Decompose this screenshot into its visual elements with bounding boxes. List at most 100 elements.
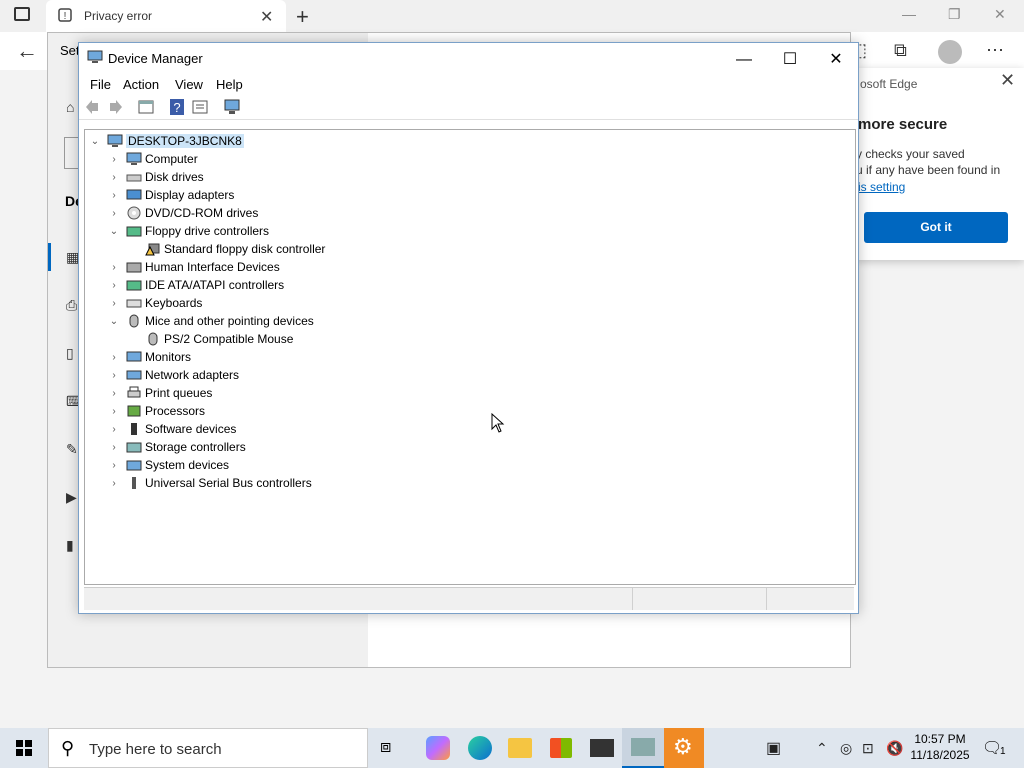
tree-category[interactable]: › Computer	[85, 150, 585, 168]
tree-category[interactable]: › Keyboards	[85, 294, 585, 312]
task-view-icon[interactable]: ⧈	[380, 736, 404, 760]
tree-category[interactable]: › Disk drives	[85, 168, 585, 186]
expand-chevron-icon[interactable]: ›	[108, 460, 120, 472]
software-device-icon	[131, 423, 137, 435]
tree-category[interactable]: › System devices	[85, 456, 585, 474]
expand-chevron-icon[interactable]: ›	[108, 388, 120, 400]
tree-category[interactable]: › Network adapters	[85, 366, 585, 384]
expand-chevron-icon[interactable]: ›	[108, 172, 120, 184]
more-options-icon[interactable]: ⋯	[986, 40, 1004, 61]
tree-item-label: IDE ATA/ATAPI controllers	[145, 278, 285, 292]
tree-child-item[interactable]: PS/2 Compatible Mouse	[85, 330, 585, 348]
browser-close-icon[interactable]: ✕	[994, 6, 1006, 23]
tree-child-item[interactable]: Standard floppy disk controller	[85, 240, 585, 258]
tree-category[interactable]: › Display adapters	[85, 186, 585, 204]
new-tab-button[interactable]: +	[296, 4, 309, 30]
meet-now-icon[interactable]: ◎	[840, 740, 852, 757]
tree-item-label: Mice and other pointing devices	[145, 314, 314, 328]
popup-setting-link[interactable]: is setting	[858, 180, 905, 194]
tree-category[interactable]: › Processors	[85, 402, 585, 420]
expand-chevron-icon[interactable]: ›	[108, 208, 120, 220]
collapse-chevron-icon[interactable]: ⌄	[108, 316, 120, 328]
file-explorer-icon[interactable]	[508, 738, 532, 758]
tree-category[interactable]: › Universal Serial Bus controllers	[85, 474, 585, 492]
search-field-edge[interactable]	[64, 137, 79, 169]
back-arrow-icon[interactable]: ←	[16, 38, 38, 64]
expand-chevron-icon[interactable]: ›	[108, 370, 120, 382]
show-hide-console-tree-icon[interactable]	[137, 98, 155, 116]
search-icon: ⚲	[61, 738, 75, 758]
collections-icon[interactable]: ⧉	[894, 40, 907, 61]
menu-action[interactable]: Action	[123, 77, 159, 92]
windows-start-icon[interactable]	[0, 728, 48, 768]
taskbar-search-box[interactable]: ⚲ Type here to search	[48, 728, 368, 768]
news-icon[interactable]: ▣	[766, 738, 781, 758]
menu-help[interactable]: Help	[216, 77, 243, 92]
tree-item-label: System devices	[145, 458, 230, 472]
tree-category[interactable]: › Human Interface Devices	[85, 258, 585, 276]
tree-item-label: Software devices	[145, 422, 237, 436]
expand-chevron-icon[interactable]: ›	[108, 406, 120, 418]
maximize-icon[interactable]: ☐	[767, 47, 813, 73]
root-label: DESKTOP-3JBCNK8	[126, 134, 244, 148]
tree-item-label: Universal Serial Bus controllers	[145, 476, 312, 490]
properties-icon[interactable]	[191, 98, 209, 116]
tree-item-label: Processors	[145, 404, 206, 418]
device-manager-taskbar-button[interactable]	[622, 728, 664, 768]
edge-icon[interactable]	[468, 736, 492, 760]
tree-category[interactable]: › Monitors	[85, 348, 585, 366]
collapse-chevron-icon[interactable]: ⌄	[108, 226, 120, 238]
menu-file[interactable]: File	[90, 77, 111, 92]
network-icon[interactable]: ⊡	[862, 740, 874, 757]
expand-chevron-icon[interactable]: ›	[108, 478, 120, 490]
tree-category[interactable]: ⌄ Mice and other pointing devices	[85, 312, 585, 330]
expand-chevron-icon[interactable]: ›	[108, 352, 120, 364]
selection-indicator	[48, 243, 51, 271]
minimize-icon[interactable]: —	[721, 47, 767, 73]
tab-close-icon[interactable]: ✕	[260, 7, 273, 27]
menu-bar: File Action View Help	[79, 73, 858, 95]
browser-restore-icon[interactable]: ❐	[948, 6, 961, 23]
tree-category[interactable]: ⌄ Floppy drive controllers	[85, 222, 585, 240]
expand-chevron-icon[interactable]: ›	[108, 424, 120, 436]
expand-chevron-icon[interactable]: ›	[108, 154, 120, 166]
store-icon[interactable]	[550, 738, 572, 758]
mail-icon[interactable]	[590, 739, 614, 757]
expand-chevron-icon[interactable]: ›	[108, 442, 120, 454]
collapse-chevron-icon[interactable]: ⌄	[89, 136, 101, 148]
help-icon[interactable]: ?	[168, 98, 186, 116]
browser-minimize-icon[interactable]: —	[902, 6, 916, 22]
scan-hardware-icon[interactable]	[223, 98, 241, 116]
ide-icon	[126, 280, 142, 291]
floppy-controller-icon	[126, 226, 142, 237]
status-separator	[766, 588, 767, 610]
menu-view[interactable]: View	[175, 77, 203, 92]
back-icon[interactable]	[84, 98, 102, 116]
tree-category[interactable]: › Print queues	[85, 384, 585, 402]
browser-tab[interactable]: ! Privacy error ✕	[46, 0, 286, 32]
expand-chevron-icon[interactable]: ›	[108, 280, 120, 292]
copilot-icon[interactable]	[426, 736, 450, 760]
tree-category[interactable]: › Software devices	[85, 420, 585, 438]
expand-chevron-icon[interactable]: ›	[108, 190, 120, 202]
popup-body-line: y checks your saved	[856, 147, 965, 161]
close-icon[interactable]: ✕	[813, 47, 859, 73]
notification-count: 1	[1000, 746, 1006, 757]
clock[interactable]: 10:57 PM 11/18/2025	[900, 731, 980, 763]
profile-avatar[interactable]	[938, 40, 962, 64]
tree-category[interactable]: › IDE ATA/ATAPI controllers	[85, 276, 585, 294]
got-it-button[interactable]: Got it	[864, 212, 1008, 243]
hid-icon	[126, 262, 142, 273]
popup-close-icon[interactable]: ✕	[1000, 70, 1015, 91]
window-title: Device Manager	[108, 51, 203, 66]
expand-chevron-icon[interactable]: ›	[108, 298, 120, 310]
tree-root[interactable]: ⌄ DESKTOP-3JBCNK8	[85, 132, 585, 150]
taskbar: ⚲ Type here to search ⧈ ⚙ ▣ ⌃ ◎ ⊡ 🔇 10:5…	[0, 728, 1024, 768]
settings-taskbar-button[interactable]: ⚙	[664, 728, 704, 768]
forward-icon[interactable]	[106, 98, 124, 116]
tab-actions-icon[interactable]	[14, 7, 30, 21]
expand-chevron-icon[interactable]: ›	[108, 262, 120, 274]
tree-category[interactable]: › Storage controllers	[85, 438, 585, 456]
chevron-up-icon[interactable]: ⌃	[816, 740, 828, 757]
tree-category[interactable]: › DVD/CD-ROM drives	[85, 204, 585, 222]
